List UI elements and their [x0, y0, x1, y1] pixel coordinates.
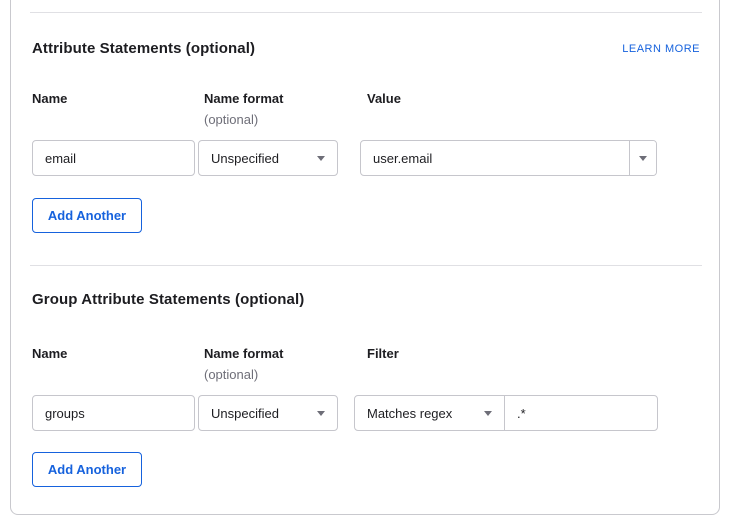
chevron-down-icon: [484, 411, 492, 416]
form-card: [10, 0, 720, 515]
attribute-value-dropdown-button[interactable]: [629, 141, 656, 175]
column-label-name: Name: [32, 346, 67, 361]
column-label-name-format: Name format: [204, 346, 283, 361]
column-note-optional: (optional): [204, 367, 258, 382]
attribute-name-format-value: Unspecified: [211, 151, 279, 166]
section-divider: [30, 265, 702, 266]
attribute-statements-heading: Attribute Statements (optional): [32, 40, 255, 57]
attribute-value-input[interactable]: [361, 141, 629, 175]
column-label-name-format: Name format: [204, 91, 283, 106]
group-attribute-name-format-value: Unspecified: [211, 406, 279, 421]
group-filter-value-input[interactable]: [505, 396, 657, 430]
column-note-optional: (optional): [204, 112, 258, 127]
attribute-name-format-select[interactable]: Unspecified: [198, 140, 338, 176]
group-filter-operator-select[interactable]: Matches regex: [355, 396, 505, 430]
group-attribute-name-input[interactable]: [32, 395, 195, 431]
group-attribute-name-format-select[interactable]: Unspecified: [198, 395, 338, 431]
column-label-filter: Filter: [367, 346, 399, 361]
attribute-value-combo: [360, 140, 657, 176]
attribute-name-input[interactable]: [32, 140, 195, 176]
group-attribute-statements-heading: Group Attribute Statements (optional): [32, 291, 304, 308]
top-divider: [30, 12, 702, 13]
column-label-value: Value: [367, 91, 401, 106]
chevron-down-icon: [317, 411, 325, 416]
chevron-down-icon: [639, 156, 647, 161]
add-another-group-attribute-button[interactable]: Add Another: [32, 452, 142, 487]
chevron-down-icon: [317, 156, 325, 161]
column-label-name: Name: [32, 91, 67, 106]
group-filter-operator-value: Matches regex: [367, 406, 452, 421]
learn-more-link[interactable]: LEARN MORE: [622, 43, 700, 55]
group-filter-combo: Matches regex: [354, 395, 658, 431]
add-another-attribute-button[interactable]: Add Another: [32, 198, 142, 233]
